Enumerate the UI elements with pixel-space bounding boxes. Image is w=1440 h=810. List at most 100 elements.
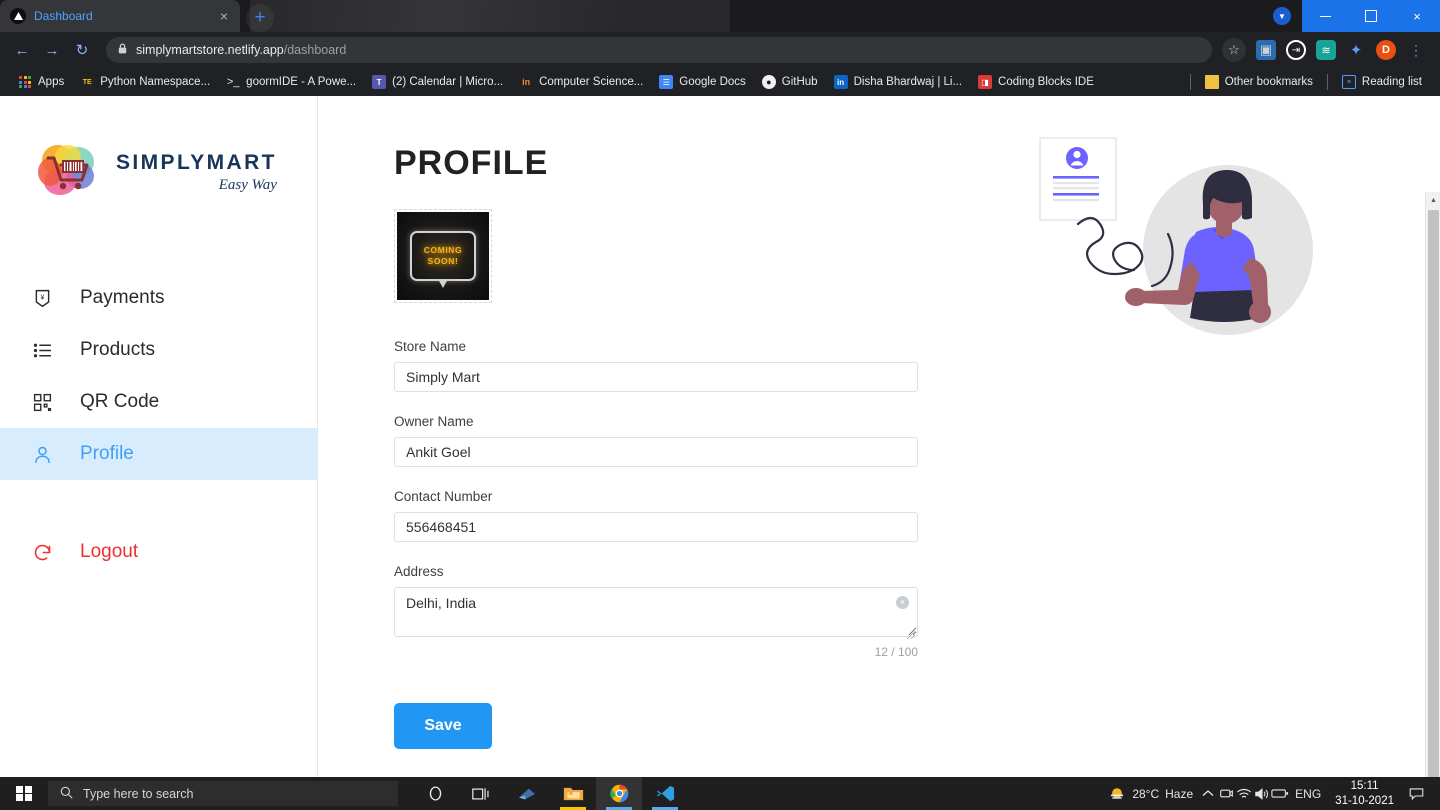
profile-avatar-small-icon: ▼	[1273, 7, 1291, 25]
reading-list-button[interactable]: ≡ Reading list	[1334, 71, 1430, 93]
sidebar-nav: ¥ Payments Products QR Code Profile Logo…	[0, 272, 317, 578]
google-chrome-icon[interactable]	[596, 777, 642, 810]
tab-groups-icon[interactable]: ▣	[1256, 40, 1276, 60]
bookmark-label: Computer Science...	[539, 76, 644, 88]
sidebar-toggle-icon[interactable]: ⇥	[1286, 40, 1306, 60]
language-label: ENG	[1295, 786, 1322, 801]
coding-blocks-icon: ◨	[978, 75, 993, 89]
browser-window: Dashboard × + ▼ × ← → ↻ simplymartstore.…	[0, 0, 1440, 810]
resize-grip-icon[interactable]	[907, 631, 915, 639]
sidebar-item-label: Logout	[80, 541, 139, 562]
grammarly-extension-icon[interactable]: ≋	[1316, 40, 1336, 60]
save-button[interactable]: Save	[394, 703, 492, 749]
bookmark-apps[interactable]: Apps	[10, 71, 72, 93]
user-icon	[30, 442, 54, 466]
profile-avatar-icon[interactable]: D	[1376, 40, 1396, 60]
cortana-icon[interactable]	[412, 777, 458, 810]
bookmark-python-namespace[interactable]: TE Python Namespace...	[72, 71, 218, 93]
show-hidden-icons-chevron[interactable]	[1199, 785, 1217, 803]
show-desktop-button[interactable]	[1430, 777, 1436, 810]
bookmark-coding-blocks-ide[interactable]: ◨ Coding Blocks IDE	[970, 71, 1102, 93]
sidebar-item-logout[interactable]: Logout	[0, 526, 317, 578]
bookmark-label: Reading list	[1361, 76, 1422, 88]
mail-icon[interactable]	[504, 777, 550, 810]
bookmarks-bar-right: Other bookmarks ≡ Reading list	[1184, 71, 1430, 93]
bookmark-linkedin-profile[interactable]: in Disha Bhardwaj | Li...	[826, 71, 970, 93]
weather-sun-icon	[1108, 785, 1126, 803]
minimize-button[interactable]	[1302, 0, 1348, 32]
windows-logo-icon	[16, 785, 32, 802]
shopping-cart-barcode-logo	[34, 136, 106, 208]
notification-center-icon[interactable]	[1402, 787, 1430, 800]
scroll-up-arrow-icon[interactable]: ▲	[1426, 192, 1440, 208]
bookmark-computer-science[interactable]: in Computer Science...	[511, 71, 651, 93]
owner-name-input[interactable]	[394, 437, 918, 467]
forward-icon[interactable]: →	[38, 36, 66, 64]
bookmark-google-docs[interactable]: ☰ Google Docs	[651, 71, 753, 93]
chrome-menu-icon[interactable]: ⋮	[1406, 40, 1426, 60]
field-address: Address × 12 / 100	[394, 564, 918, 659]
bookmark-label: goormIDE - A Powe...	[246, 76, 357, 88]
weather-widget[interactable]: 28°C Haze	[1102, 785, 1199, 803]
windows-taskbar: Type here to search 28°C Haze ENG 15:11 …	[0, 777, 1440, 810]
close-tab-icon[interactable]: ×	[216, 7, 232, 25]
task-view-icon[interactable]	[458, 777, 504, 810]
sidebar-item-products[interactable]: Products	[0, 324, 317, 376]
reload-icon[interactable]: ↻	[68, 36, 96, 64]
profile-chip[interactable]: ▼	[1262, 0, 1302, 32]
address-bar[interactable]: simplymartstore.netlify.app/dashboard	[106, 37, 1212, 63]
sidebar-item-label: Payments	[80, 287, 165, 308]
bookmark-github[interactable]: ● GitHub	[754, 71, 826, 93]
contact-number-label: Contact Number	[394, 489, 493, 504]
clock-time: 15:11	[1350, 780, 1379, 793]
bookmarks-bar: Apps TE Python Namespace... >_ goormIDE …	[0, 68, 1440, 96]
lock-icon	[118, 43, 127, 57]
start-button[interactable]	[0, 777, 48, 810]
vs-code-icon[interactable]	[642, 777, 688, 810]
onedrive-icon[interactable]	[1217, 785, 1235, 803]
contact-number-input[interactable]	[394, 512, 918, 542]
extensions-puzzle-icon[interactable]: ✦	[1346, 40, 1366, 60]
file-explorer-icon[interactable]	[550, 777, 596, 810]
sidebar-item-payments[interactable]: ¥ Payments	[0, 272, 317, 324]
field-store-name: Store Name	[394, 339, 918, 392]
wifi-icon[interactable]	[1235, 785, 1253, 803]
language-indicator[interactable]: ENG	[1289, 787, 1327, 801]
folder-icon	[1204, 75, 1219, 89]
sidebar-item-profile[interactable]: Profile	[0, 428, 317, 480]
bookmark-star-icon[interactable]: ☆	[1222, 38, 1246, 62]
page-scrollbar[interactable]: ▲ ▼	[1425, 192, 1440, 777]
browser-tab-dashboard[interactable]: Dashboard ×	[0, 0, 240, 32]
sidebar-item-qr-code[interactable]: QR Code	[0, 376, 317, 428]
bookmark-label: GitHub	[781, 76, 818, 88]
google-docs-icon: ☰	[659, 75, 674, 89]
neon-speech-bubble: COMING SOON!	[409, 231, 477, 288]
payments-icon: ¥	[30, 286, 54, 310]
tab-strip: Dashboard × + ▼ ×	[0, 0, 1440, 32]
other-bookmarks-folder[interactable]: Other bookmarks	[1197, 71, 1321, 93]
taskbar-search-box[interactable]: Type here to search	[48, 781, 398, 806]
weather-temp: 28°C	[1132, 786, 1160, 801]
store-thumbnail[interactable]: COMING SOON!	[394, 209, 492, 303]
volume-icon[interactable]	[1253, 785, 1271, 803]
bookmark-goormide[interactable]: >_ goormIDE - A Powe...	[218, 71, 364, 93]
maximize-button[interactable]	[1348, 0, 1394, 32]
clear-address-icon[interactable]: ×	[896, 596, 909, 609]
new-tab-button[interactable]: +	[246, 4, 274, 32]
store-name-input[interactable]	[394, 362, 918, 392]
reading-list-icon: ≡	[1341, 75, 1356, 89]
address-textarea-wrapper: ×	[394, 587, 918, 642]
owner-name-label: Owner Name	[394, 414, 474, 429]
system-tray: 28°C Haze ENG 15:11 31-10-2021	[1102, 777, 1440, 810]
scrollbar-thumb[interactable]	[1428, 210, 1439, 777]
bookmark-calendar-microsoft[interactable]: T (2) Calendar | Micro...	[364, 71, 511, 93]
back-icon[interactable]: ←	[8, 36, 36, 64]
taskbar-app-icons	[412, 777, 688, 810]
bookmark-label: Apps	[38, 76, 65, 88]
close-window-button[interactable]: ×	[1394, 0, 1440, 32]
address-textarea[interactable]	[394, 587, 918, 637]
battery-icon[interactable]	[1271, 785, 1289, 803]
brand-logo[interactable]: SIMPLYMART Easy Way	[0, 124, 317, 220]
search-icon	[60, 786, 73, 802]
taskbar-clock[interactable]: 15:11 31-10-2021	[1327, 779, 1402, 808]
